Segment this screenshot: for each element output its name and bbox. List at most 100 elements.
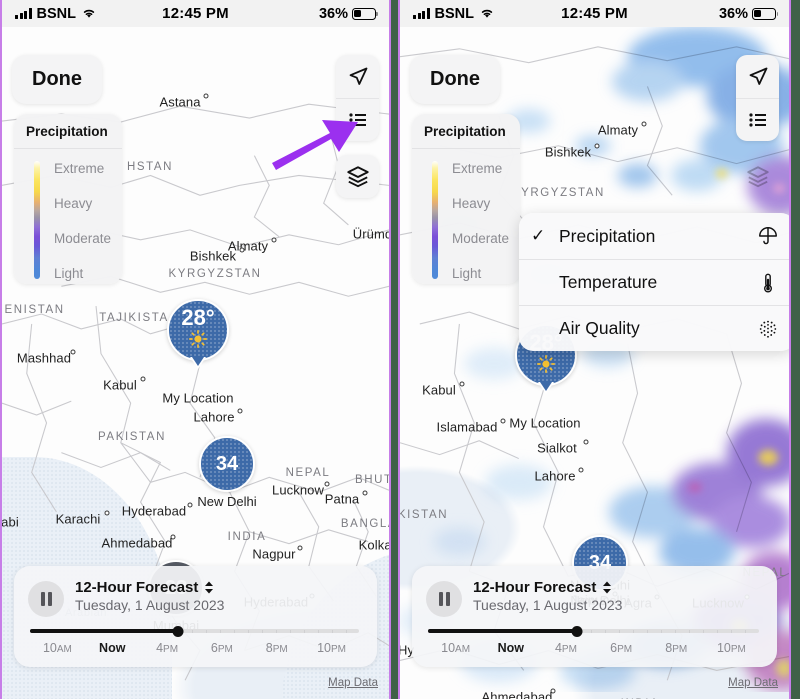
legend-item-heavy: Heavy [54,196,93,211]
city-dot [237,408,243,414]
list-view-button[interactable] [336,98,379,141]
city-dot [500,418,506,424]
pin-bubble: 28° [167,299,229,361]
temperature-pin-my-location[interactable]: 28° [167,299,229,369]
forecast-card-left[interactable]: 12-Hour Forecast Tuesday, 1 August 2023 [14,566,377,667]
status-bar-right: BSNL 12:45 PM 36% [400,0,789,27]
legend-item-heavy: Heavy [452,196,491,211]
menu-item-temperature[interactable]: Temperature [519,259,789,305]
time-slider[interactable] [428,626,759,637]
city-dot [324,481,330,487]
pause-icon [40,592,45,606]
pause-button[interactable] [28,581,64,617]
forecast-card-right[interactable]: 12-Hour Forecast Tuesday, 1 August 2023 [412,566,777,667]
map-label-lahore: Lahore [534,468,576,484]
city-dot [271,237,277,243]
map-label-kabul: Kabul [422,382,456,398]
legend-item-light: Light [54,266,84,281]
comparison-screenshot: BSNL 12:45 PM 36% Astana HSTAN Ürüm Alma… [0,0,800,699]
map-control-group-left [336,55,379,141]
city-dot [362,490,367,496]
menu-item-air-quality[interactable]: Air Quality [519,305,789,351]
locate-me-button[interactable] [736,55,779,98]
city-dot [578,467,584,473]
forecast-title-row[interactable]: 12-Hour Forecast [473,579,622,596]
legend-title: Precipitation [14,114,122,149]
layers-button-right[interactable] [736,155,779,198]
map-label-menistan: MENISTAN [2,304,65,316]
pin-tail [538,382,554,394]
pause-button[interactable] [426,581,462,617]
signal-bars-icon [15,8,32,19]
umbrella-icon [755,225,781,247]
done-button[interactable]: Done [12,55,102,104]
map-control-group-right [736,55,779,141]
legend-gradient-bar [432,161,438,279]
map-label-my-location: My Location [162,390,234,406]
city-dot [594,143,600,149]
weather-map-left[interactable]: AstanaHSTANÜrümqiAlmatyBishkekKYRGYZSTAN… [2,27,389,699]
menu-item-precipitation[interactable]: ✓ Precipitation [519,213,789,259]
menu-label-temperature: Temperature [559,272,658,292]
map-label-bhuta: BHUTA [354,474,389,486]
legend-item-light: Light [452,266,482,281]
precipitation-legend-left: Precipitation Extreme Heavy Moderate Lig… [14,114,122,284]
wifi-icon [479,6,495,22]
slider-fill [428,629,577,633]
city-dot [459,381,464,387]
legend-title: Precipitation [412,114,520,149]
location-arrow-icon [749,67,767,85]
slider-ticks [178,629,359,633]
temperature-pin-new-delhi[interactable]: 34 New Delhi [197,436,257,509]
map-label-mashhad: Mashhad [16,350,72,366]
list-view-button[interactable] [736,98,779,141]
city-dot [70,349,76,355]
time-labels-left: 10AM Now 4PM 6PM 8PM 10PM [28,641,361,655]
map-label-nagpur: Nagpur [252,546,296,562]
layers-icon [746,165,769,187]
map-label-lahore: Lahore [193,409,235,425]
locate-me-button[interactable] [336,55,379,98]
done-button[interactable]: Done [410,55,500,104]
pin-label: New Delhi [197,494,257,509]
forecast-title: 12-Hour Forecast [75,579,199,596]
menu-label-air-quality: Air Quality [559,318,640,338]
time-tick-8pm: 8PM [665,641,688,655]
slider-knob[interactable] [172,626,184,637]
time-tick-8pm: 8PM [265,641,288,655]
status-bar-left: BSNL 12:45 PM 36% [2,0,389,27]
city-dot [104,510,110,516]
forecast-title: 12-Hour Forecast [473,579,597,596]
time-tick-now: Now [99,641,126,655]
slider-ticks [576,629,759,633]
chevron-updown-icon [205,581,214,594]
air-quality-icon [755,318,781,340]
city-dot [641,121,647,127]
forecast-title-row[interactable]: 12-Hour Forecast [75,579,224,596]
time-tick-6pm: 6PM [610,641,633,655]
map-label-yrgyzstan: YRGYZSTAN [521,187,605,199]
time-tick-6pm: 6PM [210,641,233,655]
precipitation-legend-right: Precipitation Extreme Heavy Moderate Lig… [412,114,520,284]
map-label-islamabad: Islamabad [436,419,498,435]
time-tick-10pm: 10PM [317,641,346,655]
legend-item-extreme: Extreme [54,161,105,176]
map-label-kabul: Kabul [103,377,137,393]
time-tick-10am: 10AM [441,641,471,655]
layers-icon [346,165,369,187]
map-label-hstan: HSTAN [126,161,174,173]
slider-knob[interactable] [571,626,583,637]
forecast-date: Tuesday, 1 August 2023 [473,597,623,613]
layers-dropdown-menu[interactable]: ✓ Precipitation Temperature Air Quality [519,213,789,351]
weather-map-right[interactable]: Almaty Bishkek YRGYZSTAN Kabul Islamabad My L… [400,27,789,699]
layers-button-left[interactable] [336,155,379,198]
map-label-abi: abi [2,514,19,530]
map-label-india: INDIA [227,531,267,543]
map-data-link-left[interactable]: Map Data [328,677,378,689]
time-slider[interactable] [30,626,359,637]
city-dot [203,93,209,99]
battery-icon [351,7,379,20]
map-data-link-right[interactable]: Map Data [728,677,778,689]
battery-percent-label: 36% [718,5,748,22]
map-label-kistan: KISTAN [400,509,449,521]
